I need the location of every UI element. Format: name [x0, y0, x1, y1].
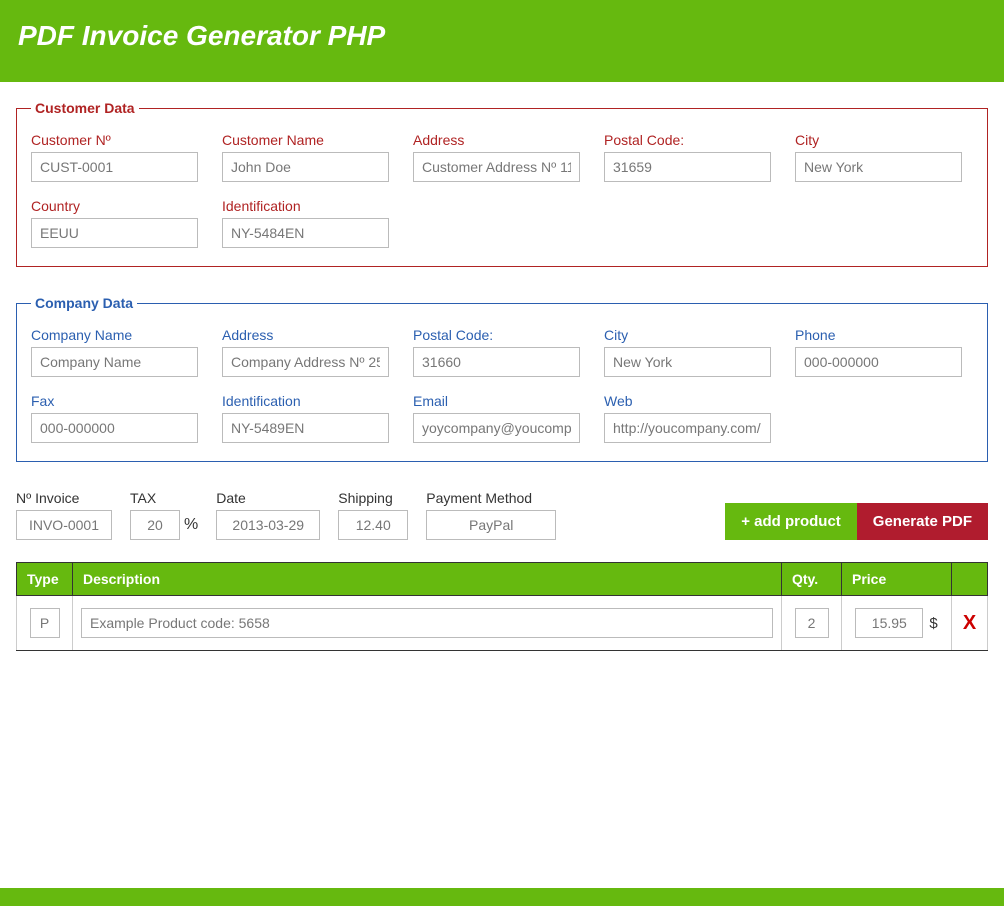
customer-postal-input[interactable]: [604, 152, 771, 182]
company-email-label: Email: [413, 393, 580, 409]
company-id-input[interactable]: [222, 413, 389, 443]
company-data-fieldset: Company Data Company Name Address Postal…: [16, 295, 988, 462]
currency-label: $: [925, 615, 937, 632]
company-city-input[interactable]: [604, 347, 771, 377]
company-postal-label: Postal Code:: [413, 327, 580, 343]
invoice-date-label: Date: [216, 490, 320, 506]
company-web-input[interactable]: [604, 413, 771, 443]
company-city-label: City: [604, 327, 771, 343]
invoice-number-label: Nº Invoice: [16, 490, 112, 506]
table-header-delete: [952, 563, 988, 596]
company-name-input[interactable]: [31, 347, 198, 377]
products-table: Type Description Qty. Price: [16, 562, 988, 651]
footer-bar: [0, 888, 1004, 906]
page-title: PDF Invoice Generator PHP: [18, 20, 986, 52]
invoice-payment-label: Payment Method: [426, 490, 556, 506]
company-email-input[interactable]: [413, 413, 580, 443]
company-fax-label: Fax: [31, 393, 198, 409]
company-legend: Company Data: [31, 295, 137, 311]
invoice-date-input[interactable]: [216, 510, 320, 540]
company-phone-input[interactable]: [795, 347, 962, 377]
app-header: PDF Invoice Generator PHP: [0, 0, 1004, 82]
table-header-qty: Qty.: [782, 563, 842, 596]
product-description-input[interactable]: [81, 608, 773, 638]
customer-legend: Customer Data: [31, 100, 139, 116]
table-header-price: Price: [842, 563, 952, 596]
customer-id-label: Identification: [222, 198, 389, 214]
company-name-label: Company Name: [31, 327, 198, 343]
customer-city-label: City: [795, 132, 962, 148]
company-id-label: Identification: [222, 393, 389, 409]
tax-percent-label: %: [184, 516, 198, 540]
invoice-tax-label: TAX: [130, 490, 180, 506]
company-fax-input[interactable]: [31, 413, 198, 443]
delete-row-button[interactable]: X: [952, 596, 988, 651]
customer-name-input[interactable]: [222, 152, 389, 182]
customer-id-input[interactable]: [222, 218, 389, 248]
customer-city-input[interactable]: [795, 152, 962, 182]
table-header-type: Type: [17, 563, 73, 596]
product-qty-input[interactable]: [795, 608, 829, 638]
customer-number-input[interactable]: [31, 152, 198, 182]
customer-name-label: Customer Name: [222, 132, 389, 148]
invoice-shipping-input[interactable]: [338, 510, 408, 540]
company-phone-label: Phone: [795, 327, 962, 343]
invoice-tax-input[interactable]: [130, 510, 180, 540]
add-product-button[interactable]: + add product: [725, 503, 857, 540]
invoice-number-input[interactable]: [16, 510, 112, 540]
customer-address-label: Address: [413, 132, 580, 148]
invoice-payment-input[interactable]: [426, 510, 556, 540]
table-row: $ X: [17, 596, 988, 651]
customer-number-label: Customer Nº: [31, 132, 198, 148]
customer-country-label: Country: [31, 198, 198, 214]
customer-data-fieldset: Customer Data Customer Nº Customer Name …: [16, 100, 988, 267]
customer-country-input[interactable]: [31, 218, 198, 248]
company-address-label: Address: [222, 327, 389, 343]
generate-pdf-button[interactable]: Generate PDF: [857, 503, 988, 540]
invoice-shipping-label: Shipping: [338, 490, 408, 506]
company-web-label: Web: [604, 393, 771, 409]
company-postal-input[interactable]: [413, 347, 580, 377]
table-header-description: Description: [73, 563, 782, 596]
customer-postal-label: Postal Code:: [604, 132, 771, 148]
product-type-input[interactable]: [30, 608, 60, 638]
company-address-input[interactable]: [222, 347, 389, 377]
product-price-input[interactable]: [855, 608, 923, 638]
customer-address-input[interactable]: [413, 152, 580, 182]
